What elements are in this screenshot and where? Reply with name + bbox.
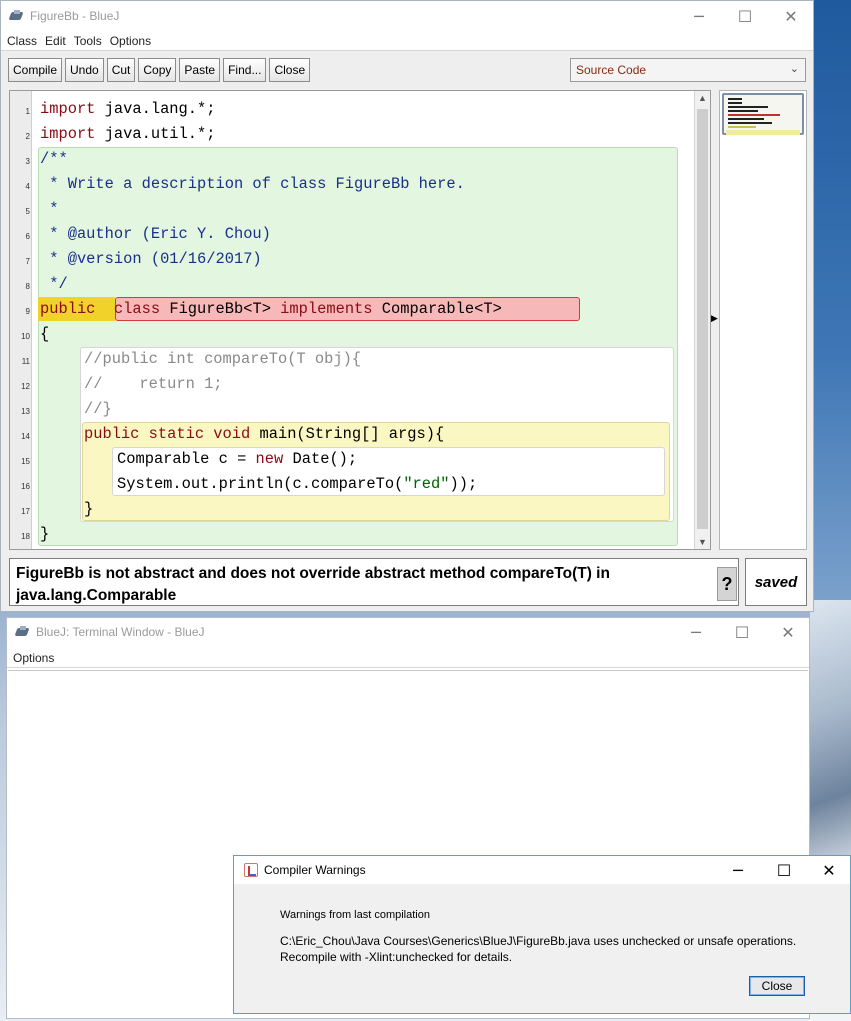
- close-button[interactable]: Close: [269, 58, 311, 82]
- view-selector[interactable]: Source Code ⌄: [570, 58, 806, 82]
- terminal-title: BlueJ: Terminal Window - BlueJ: [36, 625, 205, 639]
- chevron-down-icon: ⌄: [789, 63, 799, 75]
- code-line-9: public class FigureBb<T> implements Comp…: [40, 300, 502, 318]
- line-number: 15: [21, 457, 30, 466]
- menu-options[interactable]: Options: [9, 651, 58, 665]
- line-number: 10: [21, 332, 30, 341]
- code-line-3: /**: [40, 150, 68, 168]
- line-number: 13: [21, 407, 30, 416]
- code-line-2: import java.util.*;: [40, 125, 216, 143]
- line-number: 3: [25, 157, 30, 166]
- code-line-15: Comparable c = new Date();: [117, 450, 358, 468]
- dialog-title: Compiler Warnings: [264, 863, 366, 877]
- line-number: 6: [25, 232, 30, 241]
- dialog-close-button[interactable]: Close: [749, 976, 805, 996]
- scroll-up-icon[interactable]: ▲: [698, 93, 707, 103]
- line-number: 2: [25, 132, 30, 141]
- line-number: 5: [25, 207, 30, 216]
- line-number: 11: [21, 357, 30, 366]
- close-icon[interactable]: ✕: [806, 856, 851, 884]
- cut-button[interactable]: Cut: [106, 58, 136, 82]
- code-line-7: * @version (01/16/2017): [40, 250, 262, 268]
- undo-button[interactable]: Undo: [65, 58, 104, 82]
- line-number: 16: [21, 482, 30, 491]
- editor-menubar: Class Edit Tools Options: [1, 31, 813, 51]
- code-line-14: public static void main(String[] args){: [84, 425, 445, 443]
- maximize-icon[interactable]: ☐: [719, 618, 765, 646]
- code-line-16: System.out.println(c.compareTo("red"));: [117, 475, 478, 493]
- editor-toolbar: Compile Undo Cut Copy Paste Find... Clos…: [8, 58, 311, 84]
- maximize-icon[interactable]: ☐: [722, 1, 768, 31]
- line-number-gutter: 1 2 3 4 5 6 7 8 9 10 11 12 13 14 15 16 1…: [10, 91, 32, 549]
- menu-class[interactable]: Class: [3, 34, 41, 48]
- editor-window: FigureBb - BlueJ ─ ☐ ✕ Class Edit Tools …: [0, 0, 814, 612]
- minimize-icon[interactable]: ─: [676, 1, 722, 31]
- code-line-11: //public int compareTo(T obj){: [84, 350, 362, 368]
- desktop-mountain: [810, 600, 851, 880]
- code-line-4: * Write a description of class FigureBb …: [40, 175, 465, 193]
- menu-tools[interactable]: Tools: [70, 34, 106, 48]
- line-number: 7: [25, 257, 30, 266]
- navigation-viewport[interactable]: [722, 93, 804, 135]
- line-number: 12: [21, 382, 30, 391]
- expand-arrow-icon[interactable]: ▶: [711, 313, 718, 324]
- bluej-icon: [16, 626, 30, 638]
- editor-title: FigureBb - BlueJ: [30, 9, 120, 23]
- line-number: 17: [21, 507, 30, 516]
- copy-button[interactable]: Copy: [138, 58, 177, 82]
- line-number: 8: [25, 282, 30, 291]
- line-number: 18: [21, 532, 30, 541]
- menu-options[interactable]: Options: [106, 34, 155, 48]
- minimize-icon[interactable]: ─: [715, 856, 761, 884]
- bluej-icon: [10, 10, 24, 22]
- error-message: FigureBb is not abstract and does not ov…: [9, 558, 739, 606]
- minimize-icon[interactable]: ─: [673, 618, 719, 646]
- warnings-heading: Warnings from last compilation: [280, 909, 430, 921]
- dialog-body: Warnings from last compilation C:\Eric_C…: [234, 885, 850, 1013]
- find-button[interactable]: Find...: [223, 58, 267, 82]
- code-line-8: */: [40, 275, 68, 293]
- code-line-6: * @author (Eric Y. Chou): [40, 225, 271, 243]
- line-number: 9: [25, 307, 30, 316]
- scrollbar-thumb[interactable]: [697, 109, 708, 529]
- line-number: 14: [21, 432, 30, 441]
- view-selector-value: Source Code: [576, 63, 647, 77]
- line-number: 4: [25, 182, 30, 191]
- help-button[interactable]: ?: [717, 567, 737, 601]
- code-line-18: }: [40, 525, 50, 543]
- dialog-titlebar[interactable]: Compiler Warnings ─ ☐ ✕: [234, 856, 850, 884]
- warning-line: C:\Eric_Chou\Java Courses\Generics\BlueJ…: [280, 934, 797, 948]
- navigation-view[interactable]: [719, 90, 807, 550]
- terminal-titlebar[interactable]: BlueJ: Terminal Window - BlueJ ─ ☐ ✕: [7, 618, 809, 646]
- warnings-message: C:\Eric_Chou\Java Courses\Generics\BlueJ…: [280, 933, 840, 965]
- code-line-5: *: [40, 200, 59, 218]
- scroll-down-icon[interactable]: ▼: [698, 537, 707, 547]
- code-line-17: }: [84, 500, 94, 518]
- code-line-13: //}: [84, 400, 112, 418]
- close-icon[interactable]: ✕: [768, 1, 814, 31]
- terminal-menubar: Options: [7, 648, 809, 668]
- code-line-12: // return 1;: [84, 375, 223, 393]
- compiler-warnings-dialog: Compiler Warnings ─ ☐ ✕ Warnings from la…: [233, 855, 851, 1014]
- code-line-1: import java.lang.*;: [40, 100, 216, 118]
- saved-status: saved: [745, 558, 807, 606]
- close-icon[interactable]: ✕: [765, 618, 811, 646]
- code-editor[interactable]: 1 2 3 4 5 6 7 8 9 10 11 12 13 14 15 16 1…: [9, 90, 711, 550]
- line-number: 1: [25, 107, 30, 116]
- paste-button[interactable]: Paste: [179, 58, 221, 82]
- maximize-icon[interactable]: ☐: [761, 856, 807, 884]
- code-line-10: {: [40, 325, 50, 343]
- compile-button[interactable]: Compile: [8, 58, 63, 82]
- warning-line: Recompile with -Xlint:unchecked for deta…: [280, 950, 513, 964]
- editor-titlebar[interactable]: FigureBb - BlueJ ─ ☐ ✕: [1, 1, 813, 31]
- menu-edit[interactable]: Edit: [41, 34, 70, 48]
- vertical-scrollbar[interactable]: ▲ ▼: [694, 91, 710, 549]
- java-icon: [244, 863, 258, 877]
